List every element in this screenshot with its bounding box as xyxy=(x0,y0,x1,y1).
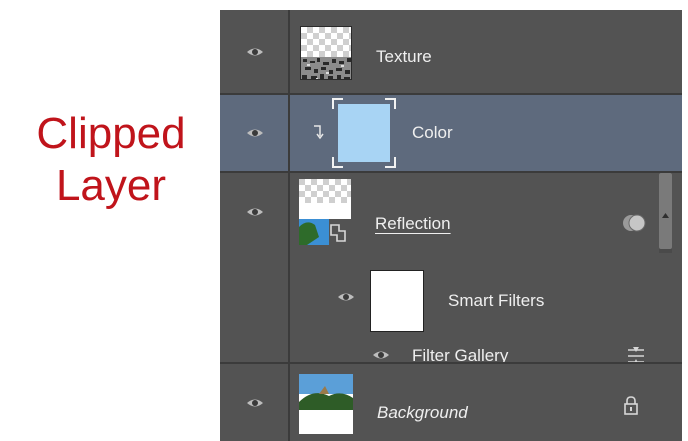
layer-thumbnail-reflection[interactable] xyxy=(299,179,355,245)
layer-thumbnail-color[interactable] xyxy=(332,98,396,168)
texture-preview xyxy=(301,57,351,79)
lock-icon xyxy=(624,396,638,415)
layer-row-background[interactable]: Background xyxy=(220,364,682,441)
layers-panel: Texture Color Reflection Smart Filters F… xyxy=(220,10,682,441)
eye-icon[interactable] xyxy=(337,291,355,303)
eye-icon[interactable] xyxy=(246,127,264,139)
layer-name-texture[interactable]: Texture xyxy=(376,47,432,67)
layer-name-background[interactable]: Background xyxy=(377,403,468,423)
scrollbar[interactable] xyxy=(659,173,672,253)
layer-row-color[interactable]: Color xyxy=(220,95,682,171)
clipped-layer-annotation: Clipped Layer xyxy=(16,108,206,212)
scrollbar-thumb[interactable] xyxy=(659,173,672,249)
layer-row-texture[interactable]: Texture xyxy=(220,10,682,93)
visibility-column[interactable] xyxy=(220,95,290,171)
annotation-line-2: Layer xyxy=(55,161,167,210)
eye-icon[interactable] xyxy=(372,349,390,361)
layer-thumbnail-background[interactable] xyxy=(299,374,353,434)
layer-row-reflection[interactable]: Reflection Smart Filters Filter Gallery xyxy=(220,173,682,365)
eye-icon[interactable] xyxy=(246,397,264,409)
eye-icon[interactable] xyxy=(246,46,264,58)
clipping-arrow-icon xyxy=(314,125,324,140)
annotation-line-1: Clipped xyxy=(36,109,186,158)
visibility-column[interactable] xyxy=(220,364,290,441)
eye-icon[interactable] xyxy=(246,206,264,218)
layer-name-color[interactable]: Color xyxy=(412,123,453,143)
layer-thumbnail-texture[interactable] xyxy=(300,26,352,80)
scroll-up-arrow-icon xyxy=(662,213,669,218)
layer-name-reflection[interactable]: Reflection xyxy=(375,214,451,234)
smart-filter-mask-thumbnail[interactable] xyxy=(370,270,424,332)
smart-filters-label[interactable]: Smart Filters xyxy=(448,291,544,311)
smart-filter-indicator-icon[interactable] xyxy=(620,213,648,233)
visibility-column[interactable] xyxy=(220,173,290,362)
visibility-column[interactable] xyxy=(220,10,290,93)
